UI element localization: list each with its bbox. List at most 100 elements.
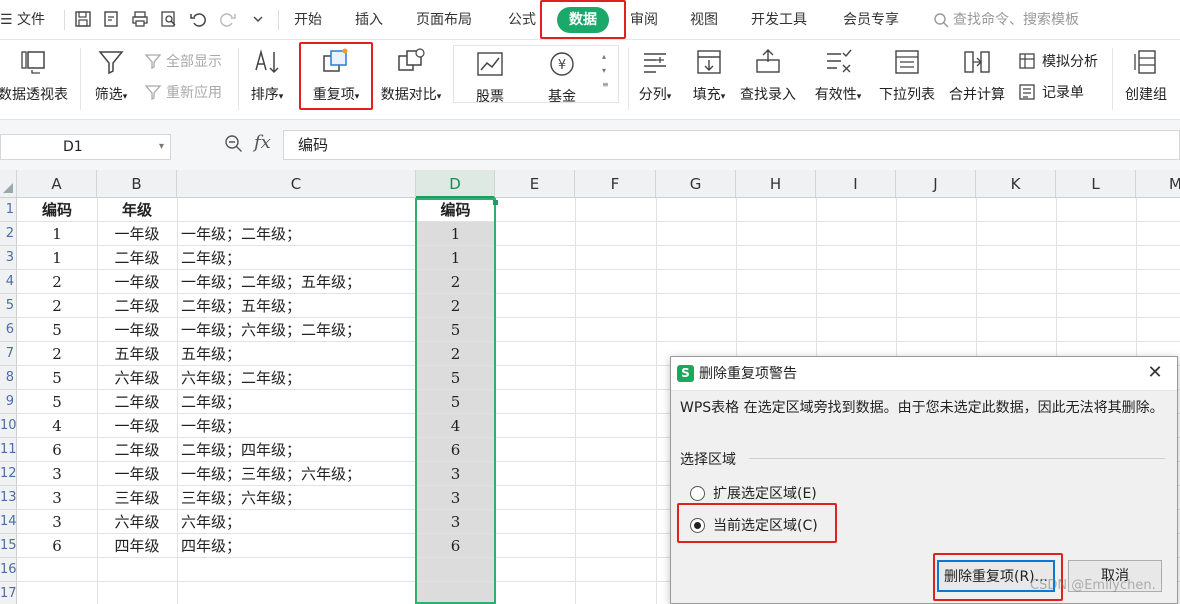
table-cell-grades[interactable]: 六年级；二年级； <box>177 366 416 390</box>
command-search[interactable]: 查找命令、搜索模板 <box>933 8 1079 32</box>
table-cell-grade[interactable]: 二年级 <box>97 438 177 462</box>
consolidate-button[interactable]: 合并计算 <box>944 46 1010 104</box>
tab-insert[interactable]: 插入 <box>355 8 383 32</box>
table-cell-code[interactable]: 4 <box>17 414 97 438</box>
tab-review[interactable]: 审阅 <box>630 8 658 32</box>
table-cell-grades[interactable]: 二年级；四年级； <box>177 438 416 462</box>
table-cell-code[interactable]: 2 <box>17 294 97 318</box>
row-header[interactable]: 4 <box>0 270 17 294</box>
row-header[interactable]: 17 <box>0 582 17 604</box>
table-cell-grades[interactable]: 二年级； <box>177 390 416 414</box>
table-cell-grade[interactable]: 五年级 <box>97 342 177 366</box>
duplicates-button[interactable]: 重复项▾ <box>305 46 367 104</box>
column-header-g[interactable]: G <box>656 170 736 198</box>
table-cell-code[interactable]: 6 <box>17 534 97 558</box>
name-box[interactable]: D1 ▾ <box>0 134 171 160</box>
table-cell-code[interactable]: 2 <box>17 270 97 294</box>
formula-input[interactable]: 编码 <box>283 130 1180 160</box>
column-header-c[interactable]: C <box>177 170 416 198</box>
table-cell-grade[interactable]: 二年级 <box>97 390 177 414</box>
table-cell-grade[interactable]: 一年级 <box>97 318 177 342</box>
row-header[interactable]: 3 <box>0 246 17 270</box>
column-header-m[interactable]: M <box>1136 170 1180 198</box>
header-cell-grade[interactable]: 年级 <box>97 198 177 222</box>
pivot-table-button[interactable]: 数据透视表 <box>0 46 70 104</box>
fill-button[interactable]: 填充▾ <box>686 46 732 104</box>
row-header[interactable]: 16 <box>0 558 17 582</box>
stocks-button[interactable]: 股票 <box>466 48 514 106</box>
table-cell-code[interactable]: 3 <box>17 462 97 486</box>
table-cell-grade[interactable]: 一年级 <box>97 462 177 486</box>
table-cell-code[interactable]: 3 <box>17 486 97 510</box>
table-cell-grade[interactable]: 一年级 <box>97 414 177 438</box>
column-header-j[interactable]: J <box>896 170 976 198</box>
close-icon[interactable]: ✕ <box>1143 361 1167 385</box>
table-cell-grades[interactable]: 一年级；六年级；二年级； <box>177 318 416 342</box>
filter-button[interactable]: 筛选▾ <box>88 46 134 104</box>
validity-button[interactable]: 有效性▾ <box>808 46 868 104</box>
row-header[interactable]: 5 <box>0 294 17 318</box>
tab-page-layout[interactable]: 页面布局 <box>416 8 472 32</box>
table-cell-grades[interactable]: 一年级；二年级；五年级； <box>177 270 416 294</box>
row-header[interactable]: 10 <box>0 414 17 438</box>
split-column-button[interactable]: 分列▾ <box>632 46 678 104</box>
zoom-formula-icon[interactable] <box>224 134 244 158</box>
table-cell-grades[interactable]: 三年级；六年级； <box>177 486 416 510</box>
column-header-i[interactable]: I <box>816 170 896 198</box>
table-cell-code[interactable]: 5 <box>17 318 97 342</box>
gallery-scroll-arrows[interactable]: ▴ ▾ ≡ <box>602 50 609 92</box>
table-cell-grades[interactable]: 一年级； <box>177 414 416 438</box>
row-header[interactable]: 11 <box>0 438 17 462</box>
column-header-l[interactable]: L <box>1056 170 1136 198</box>
save-icon[interactable] <box>72 8 94 30</box>
table-cell-grade[interactable]: 六年级 <box>97 510 177 534</box>
tab-developer[interactable]: 开发工具 <box>751 8 807 32</box>
row-header[interactable]: 13 <box>0 486 17 510</box>
tab-data[interactable]: 数据 <box>557 7 609 33</box>
table-cell-grade[interactable]: 六年级 <box>97 366 177 390</box>
fill-handle[interactable] <box>493 200 498 205</box>
current-selection-radio[interactable]: 当前选定区域(C) <box>690 515 818 535</box>
row-header[interactable]: 1 <box>0 198 17 222</box>
table-cell-grades[interactable]: 五年级； <box>177 342 416 366</box>
expand-selection-radio[interactable]: 扩展选定区域(E) <box>690 483 817 503</box>
column-header-b[interactable]: B <box>97 170 177 198</box>
export-pdf-icon[interactable] <box>100 8 122 30</box>
tab-member[interactable]: 会员专享 <box>843 8 899 32</box>
print-icon[interactable] <box>129 8 151 30</box>
row-header[interactable]: 8 <box>0 366 17 390</box>
select-all-corner[interactable] <box>0 170 17 198</box>
table-cell-grade[interactable]: 二年级 <box>97 294 177 318</box>
data-compare-button[interactable]: 数据对比▾ <box>375 46 447 104</box>
column-header-k[interactable]: K <box>976 170 1056 198</box>
file-menu[interactable]: ☰ 文件 <box>0 8 45 32</box>
table-cell-grade[interactable]: 一年级 <box>97 270 177 294</box>
table-cell-grades[interactable]: 四年级； <box>177 534 416 558</box>
row-header[interactable]: 15 <box>0 534 17 558</box>
table-cell-grade[interactable]: 一年级 <box>97 222 177 246</box>
table-cell-grade[interactable]: 三年级 <box>97 486 177 510</box>
column-header-d[interactable]: D <box>416 170 495 198</box>
tab-view[interactable]: 视图 <box>690 8 718 32</box>
record-form-button[interactable]: 记录单 <box>1018 82 1084 102</box>
row-header[interactable]: 7 <box>0 342 17 366</box>
fx-icon[interactable]: fx <box>254 132 271 153</box>
table-cell-code[interactable]: 5 <box>17 390 97 414</box>
lookup-entry-button[interactable]: 查找录入 <box>736 46 800 104</box>
row-header[interactable]: 14 <box>0 510 17 534</box>
table-cell-grade[interactable]: 二年级 <box>97 246 177 270</box>
table-cell-grade[interactable]: 四年级 <box>97 534 177 558</box>
table-cell-grades[interactable]: 二年级；五年级； <box>177 294 416 318</box>
row-header[interactable]: 6 <box>0 318 17 342</box>
table-cell-grades[interactable]: 二年级； <box>177 246 416 270</box>
table-cell-code[interactable]: 3 <box>17 510 97 534</box>
table-cell-code[interactable]: 5 <box>17 366 97 390</box>
column-header-f[interactable]: F <box>575 170 656 198</box>
row-header[interactable]: 12 <box>0 462 17 486</box>
what-if-button[interactable]: 模拟分析 <box>1018 51 1098 71</box>
dropdown-list-button[interactable]: 下拉列表 <box>874 46 940 104</box>
table-cell-code[interactable]: 2 <box>17 342 97 366</box>
tab-home[interactable]: 开始 <box>294 8 322 32</box>
funds-button[interactable]: ¥ 基金 <box>538 48 586 106</box>
chevron-down-icon[interactable] <box>247 8 269 30</box>
